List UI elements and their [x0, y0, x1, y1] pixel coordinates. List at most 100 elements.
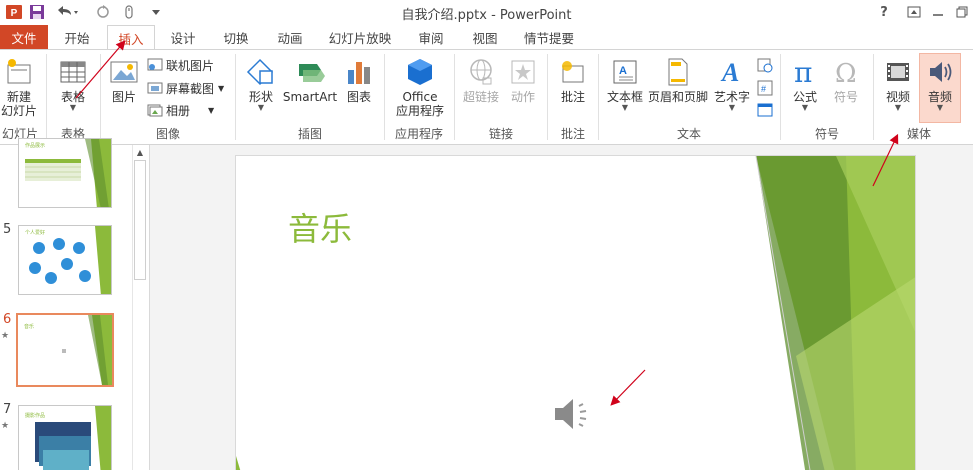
album-dropdown-icon: ▼	[208, 105, 215, 115]
help-button[interactable]: ?	[872, 2, 896, 22]
audio-dropdown-icon: ▼	[936, 103, 944, 112]
slide-thumbnail-5[interactable]: 个人爱好	[18, 225, 112, 295]
new-slide-icon	[4, 54, 34, 90]
slide-thumbnail-7[interactable]: 摄影作品	[18, 405, 112, 470]
smartart-label: SmartArt	[282, 90, 338, 104]
picture-button[interactable]: 图片	[107, 54, 141, 104]
shapes-button[interactable]: 形状 ▼	[243, 54, 279, 112]
slide-number-icon: #	[756, 80, 774, 96]
minimize-icon[interactable]	[926, 2, 950, 22]
group-separator	[547, 54, 548, 140]
animation-star-icon: ★	[1, 331, 10, 341]
video-button[interactable]: 视频 ▼	[880, 54, 916, 112]
header-footer-button[interactable]: 页眉和页脚	[647, 54, 709, 104]
thumbnail-title: 摄影作品	[25, 413, 46, 419]
wordart-dropdown-icon: ▼	[728, 103, 736, 112]
date-time-icon	[756, 57, 774, 73]
tab-insert[interactable]: 插入	[107, 25, 155, 50]
ribbon-tab-row: 文件 开始 插入 设计 切换 动画 幻灯片放映 审阅 视图 情节提要	[0, 25, 973, 50]
restore-icon[interactable]	[950, 2, 973, 22]
screenshot-dropdown-icon: ▼	[218, 83, 225, 93]
table-dropdown-icon: ▼	[69, 103, 77, 112]
screenshot-icon	[146, 80, 164, 96]
audio-clip-speaker-icon[interactable]	[553, 394, 599, 437]
group-label-comments: 批注	[560, 127, 585, 141]
group-separator	[235, 54, 236, 140]
new-slide-label-2: 幻灯片	[1, 104, 38, 118]
pi-icon: π	[791, 54, 819, 90]
smartart-button[interactable]: SmartArt	[283, 54, 337, 104]
group-label-apps: 应用程序	[394, 127, 443, 141]
scrollbar-thumb[interactable]	[134, 160, 146, 280]
slide-number-6: 6	[3, 312, 12, 327]
date-time-button[interactable]	[756, 56, 776, 74]
textbox-label: 文本框	[606, 90, 643, 104]
scroll-up-icon[interactable]: ▲	[134, 147, 146, 159]
animation-star-icon: ★	[1, 421, 10, 431]
shapes-label: 形状	[248, 90, 273, 104]
thumbnail-title: 个人爱好	[25, 230, 46, 236]
office-label-1: Office	[402, 90, 438, 104]
symbol-button[interactable]: Ω 符号	[828, 54, 864, 104]
hyperlink-button[interactable]: 超链接	[460, 54, 502, 104]
omega-icon: Ω	[832, 54, 860, 90]
photo-album-button[interactable]: 相册 ▼	[146, 101, 214, 119]
table-button[interactable]: 表格 ▼	[56, 54, 90, 112]
tab-design[interactable]: 设计	[160, 25, 206, 49]
chart-button[interactable]: 图表	[342, 54, 376, 104]
slide-number-7: 7	[3, 402, 12, 417]
object-button[interactable]	[756, 101, 776, 119]
slide-thumbnail-4[interactable]: 作品展示	[18, 138, 112, 208]
online-pictures-button[interactable]: 联机图片	[146, 56, 214, 74]
textbox-button[interactable]: A 文本框 ▼	[605, 54, 645, 112]
header-footer-icon	[666, 54, 690, 90]
video-dropdown-icon: ▼	[894, 103, 902, 112]
table-icon	[59, 54, 87, 90]
tab-view[interactable]: 视图	[462, 25, 508, 49]
slide-number-button[interactable]: #	[756, 79, 776, 97]
ribbon-display-options-icon[interactable]	[902, 2, 926, 22]
video-label: 视频	[885, 90, 910, 104]
shapes-icon	[246, 54, 276, 90]
chart-label: 图表	[346, 90, 371, 104]
comment-button[interactable]: 批注	[556, 54, 590, 104]
action-button[interactable]: 动作	[506, 54, 540, 104]
group-separator	[100, 54, 101, 140]
tab-storyboarding[interactable]: 情节提要	[516, 25, 582, 49]
equation-button[interactable]: π 公式 ▼	[788, 54, 822, 112]
smartart-icon	[295, 54, 325, 90]
comment-label: 批注	[560, 90, 585, 104]
audio-button[interactable]: 音频 ▼	[919, 53, 961, 123]
action-label: 动作	[510, 90, 535, 104]
speaker-icon	[926, 54, 954, 90]
wordart-icon: A	[718, 54, 746, 90]
hyperlink-label: 超链接	[462, 90, 499, 104]
group-label-illustrations: 插图	[297, 127, 322, 141]
tab-animations[interactable]: 动画	[266, 25, 314, 49]
equation-dropdown-icon: ▼	[801, 103, 809, 112]
group-label-images: 图像	[155, 127, 180, 141]
slide-canvas[interactable]: 音乐	[235, 155, 916, 470]
slide-thumbnail-6[interactable]: 音乐	[16, 313, 114, 387]
shapes-dropdown-icon: ▼	[257, 103, 265, 112]
tab-review[interactable]: 审阅	[408, 25, 454, 49]
ribbon: 新建 幻灯片 幻灯片 表格 ▼ 表格 图片 联机图片 屏幕截图 ▼ 相册 ▼ 图…	[0, 49, 973, 145]
group-separator	[384, 54, 385, 140]
tab-transitions[interactable]: 切换	[212, 25, 260, 49]
title-bar: P 自我介绍.pptx - PowerPoint ?	[0, 0, 973, 25]
tab-file[interactable]: 文件	[0, 25, 48, 49]
tab-home[interactable]: 开始	[52, 25, 102, 49]
office-store-icon	[406, 54, 434, 90]
online-pictures-label: 联机图片	[166, 58, 215, 73]
equation-label: 公式	[792, 90, 817, 104]
new-slide-button[interactable]: 新建 幻灯片	[1, 54, 38, 118]
screenshot-button[interactable]: 屏幕截图 ▼	[146, 79, 224, 97]
tab-slideshow[interactable]: 幻灯片放映	[322, 25, 398, 49]
wordart-label: 艺术字	[713, 90, 750, 104]
office-apps-button[interactable]: Office 应用程序	[388, 54, 452, 118]
svg-text:#: #	[761, 84, 766, 94]
wordart-button[interactable]: A 艺术字 ▼	[713, 54, 751, 112]
svg-text:Ω: Ω	[835, 59, 857, 87]
slide-title[interactable]: 音乐	[288, 204, 352, 250]
group-label-links: 链接	[488, 127, 513, 141]
